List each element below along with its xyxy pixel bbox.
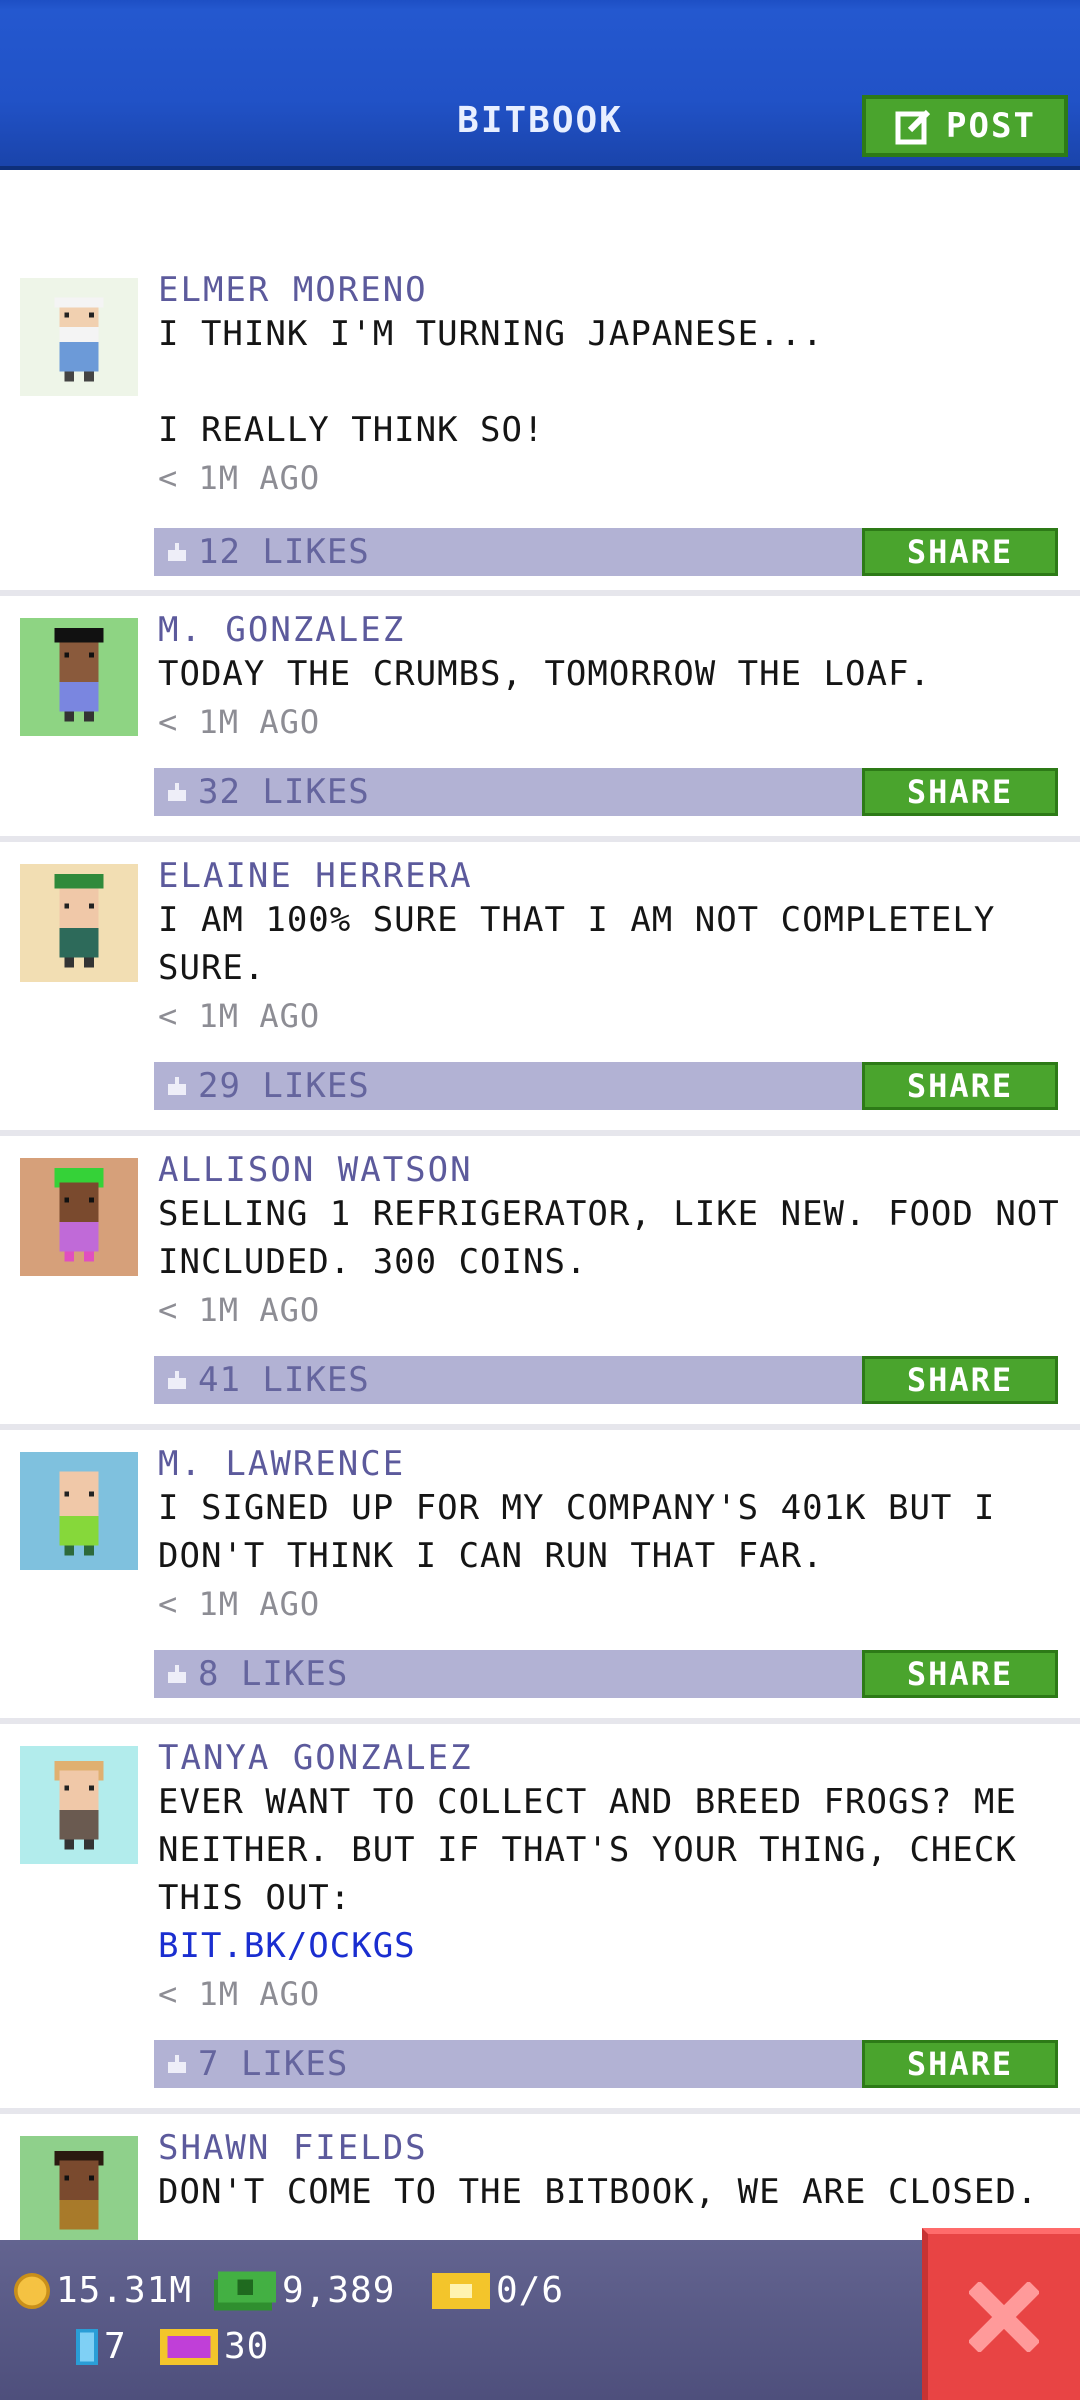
ticket-icon: [432, 2272, 490, 2309]
likes-count: 8 LIKES: [198, 1654, 349, 1694]
post-author[interactable]: TANYA GONZALEZ: [158, 1738, 1060, 1778]
feed-post: TANYA GONZALEZ EVER WANT TO COLLECT AND …: [0, 1724, 1080, 2114]
post-text: I THINK I'M TURNING JAPANESE... I REALLY…: [158, 314, 824, 450]
feed-post: M. GONZALEZ TODAY THE CRUMBS, TOMORROW T…: [0, 596, 1080, 842]
coins-stat: 15.31M: [14, 2270, 192, 2311]
bux-stat: 9,389: [214, 2270, 395, 2311]
feed[interactable]: ELMER MORENO I THINK I'M TURNING JAPANES…: [0, 270, 1080, 2314]
avatar[interactable]: [20, 864, 138, 982]
feed-post: ALLISON WATSON SELLING 1 REFRIGERATOR, L…: [0, 1136, 1080, 1430]
share-button[interactable]: SHARE: [862, 768, 1058, 816]
feed-post: ELMER MORENO I THINK I'M TURNING JAPANES…: [0, 270, 1080, 596]
person-icon: [59, 1471, 99, 1556]
compose-icon: [895, 109, 931, 145]
post-button[interactable]: POST: [862, 95, 1068, 157]
status-bar: 15.31M 9,389 0/6 7 30: [0, 2240, 1080, 2400]
likes-bar[interactable]: 12 LIKES SHARE: [154, 528, 1058, 576]
post-author[interactable]: ELMER MORENO: [158, 270, 1060, 310]
likes-bar[interactable]: 8 LIKES SHARE: [154, 1650, 1058, 1698]
person-icon: [54, 627, 104, 722]
post-link[interactable]: BIT.BK/OCKGS: [158, 1922, 1060, 1970]
avatar[interactable]: [20, 618, 138, 736]
vip-value: 30: [224, 2326, 270, 2367]
person-icon: [54, 1167, 104, 1262]
post-time: < 1M AGO: [158, 1975, 321, 2013]
close-button[interactable]: [922, 2228, 1080, 2400]
post-time: < 1M AGO: [158, 997, 321, 1035]
likes-bar[interactable]: 7 LIKES SHARE: [154, 2040, 1058, 2088]
post-author[interactable]: ELAINE HERRERA: [158, 856, 1060, 896]
elevator-value: 7: [104, 2326, 127, 2367]
coin-icon: [14, 2272, 50, 2309]
likes-bar[interactable]: 41 LIKES SHARE: [154, 1356, 1058, 1404]
post-author[interactable]: M. LAWRENCE: [158, 1444, 1060, 1484]
tickets-value: 0/6: [496, 2270, 565, 2311]
likes-count: 7 LIKES: [198, 2044, 349, 2084]
likes-count: 29 LIKES: [198, 1066, 370, 1106]
post-text: DON'T COME TO THE BITBOOK, WE ARE CLOSED…: [158, 2172, 1039, 2212]
post-time: < 1M AGO: [158, 459, 321, 497]
share-button[interactable]: SHARE: [862, 1356, 1058, 1404]
thumb-up-icon: [168, 1371, 186, 1389]
post-time: < 1M AGO: [158, 1291, 321, 1329]
feed-post: M. LAWRENCE I SIGNED UP FOR MY COMPANY'S…: [0, 1430, 1080, 1724]
post-author[interactable]: M. GONZALEZ: [158, 610, 1060, 650]
likes-bar[interactable]: 32 LIKES SHARE: [154, 768, 1058, 816]
person-icon: [54, 1760, 104, 1850]
post-text: SELLING 1 REFRIGERATOR, LIKE NEW. FOOD N…: [158, 1194, 1080, 1282]
post-text: EVER WANT TO COLLECT AND BREED FROGS? ME…: [158, 1782, 1039, 1918]
post-text: I AM 100% SURE THAT I AM NOT COMPLETELY …: [158, 900, 1017, 988]
avatar[interactable]: [20, 2136, 138, 2254]
thumb-up-icon: [168, 1665, 186, 1683]
avatar[interactable]: [20, 1746, 138, 1864]
post-text: I SIGNED UP FOR MY COMPANY'S 401K BUT I …: [158, 1488, 1017, 1576]
app-header: BITBOOK POST: [0, 0, 1080, 170]
feed-post: ELAINE HERRERA I AM 100% SURE THAT I AM …: [0, 842, 1080, 1136]
avatar[interactable]: [20, 1158, 138, 1276]
bux-value: 9,389: [282, 2270, 396, 2311]
share-button[interactable]: SHARE: [862, 1650, 1058, 1698]
thumb-up-icon: [168, 543, 186, 561]
close-icon: [969, 2282, 1039, 2352]
elevator-icon: [76, 2328, 98, 2365]
post-time: < 1M AGO: [158, 703, 321, 741]
share-button[interactable]: SHARE: [862, 528, 1058, 576]
person-icon: [54, 2150, 104, 2230]
vip-icon: [160, 2328, 218, 2365]
tickets-stat: 0/6: [432, 2270, 564, 2311]
post-author[interactable]: SHAWN FIELDS: [158, 2128, 1060, 2168]
likes-count: 12 LIKES: [198, 532, 370, 572]
avatar[interactable]: [20, 278, 138, 396]
likes-count: 32 LIKES: [198, 772, 370, 812]
elevator-stat: 7: [76, 2326, 127, 2367]
avatar[interactable]: [20, 1452, 138, 1570]
share-button[interactable]: SHARE: [862, 1062, 1058, 1110]
bux-icon: [214, 2271, 276, 2310]
person-icon: [54, 873, 104, 968]
post-time: < 1M AGO: [158, 1585, 321, 1623]
thumb-up-icon: [168, 2055, 186, 2073]
vip-stat: 30: [160, 2326, 269, 2367]
post-text: TODAY THE CRUMBS, TOMORROW THE LOAF.: [158, 654, 931, 694]
coins-value: 15.31M: [56, 2270, 193, 2311]
likes-count: 41 LIKES: [198, 1360, 370, 1400]
post-author[interactable]: ALLISON WATSON: [158, 1150, 1060, 1190]
share-button[interactable]: SHARE: [862, 2040, 1058, 2088]
person-icon: [54, 297, 104, 382]
thumb-up-icon: [168, 1077, 186, 1095]
likes-bar[interactable]: 29 LIKES SHARE: [154, 1062, 1058, 1110]
post-button-label: POST: [946, 106, 1036, 146]
thumb-up-icon: [168, 783, 186, 801]
